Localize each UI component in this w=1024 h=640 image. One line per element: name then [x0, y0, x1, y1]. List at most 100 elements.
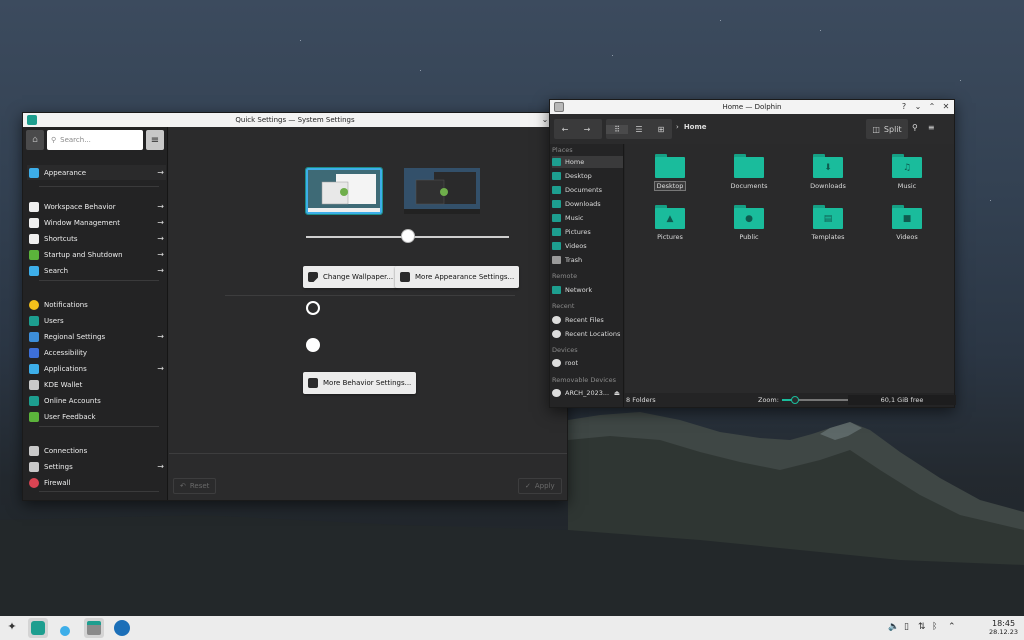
sidebar-item-notifications[interactable]: Notifications	[27, 297, 166, 312]
hamburger-menu-button[interactable]: ≡	[146, 130, 164, 150]
home-icon	[552, 158, 561, 166]
home-button[interactable]: ⌂	[26, 130, 44, 150]
place-item-desktop[interactable]: Desktop	[552, 170, 623, 182]
place-item-music[interactable]: Music	[552, 212, 623, 224]
place-item-network[interactable]: Network	[552, 284, 623, 296]
accessibility-icon	[29, 347, 39, 358]
place-item-pictures[interactable]: Pictures	[552, 226, 623, 238]
quick-settings-page: Change Wallpaper... More Appearance Sett…	[169, 127, 567, 500]
icon-view-icon[interactable]: ⠿	[606, 124, 628, 134]
place-item-root[interactable]: root	[552, 357, 623, 369]
sidebar-item-window-management[interactable]: Window Management →	[27, 215, 166, 230]
search-icon[interactable]: ⚲	[912, 123, 918, 132]
reset-button[interactable]: ↶ Reset	[173, 478, 217, 494]
sidebar-item-settings[interactable]: Settings →	[27, 459, 166, 474]
folder-public[interactable]: ● Public	[717, 205, 781, 241]
dolphin-titlebar[interactable]: Home — Dolphin ? ⌄ ⌃ ✕	[550, 100, 954, 114]
disk-space-bar[interactable]: 60,1 GiB free	[848, 395, 956, 405]
application-launcher-icon[interactable]: ✦	[4, 620, 20, 636]
place-item-trash[interactable]: Trash	[552, 254, 623, 266]
apply-button[interactable]: ✓ Apply	[518, 478, 562, 494]
navigation-group: ← →	[554, 119, 602, 139]
eject-icon[interactable]: ⏏	[614, 389, 620, 397]
downloads-icon	[552, 200, 561, 208]
breadcrumb[interactable]: Home	[684, 123, 707, 131]
place-item-downloads[interactable]: Downloads	[552, 198, 623, 210]
split-button[interactable]: ◫ Split	[866, 119, 908, 139]
wallpaper-icon	[308, 272, 318, 282]
sidebar-item-shortcuts[interactable]: Shortcuts →	[27, 231, 166, 246]
chevron-right-icon: →	[157, 250, 164, 259]
system-settings-titlebar[interactable]: Quick Settings — System Settings ⌄ ✕	[23, 113, 567, 127]
clipboard-icon[interactable]: ▯	[904, 622, 909, 632]
network-icon[interactable]: ⇅	[918, 622, 926, 632]
sidebar-item-regional-settings[interactable]: Regional Settings →	[27, 329, 166, 344]
folder-music[interactable]: ♫ Music	[875, 154, 939, 190]
discover-icon[interactable]	[60, 626, 70, 636]
browser-icon[interactable]	[114, 620, 130, 636]
sidebar-item-applications[interactable]: Applications →	[27, 361, 166, 376]
search-input[interactable]: ⚲ Search...	[47, 130, 143, 150]
more-behavior-label: More Behavior Settings...	[323, 379, 412, 387]
minimize-icon[interactable]: ⌄	[914, 101, 922, 113]
region-icon	[29, 331, 39, 342]
sidebar-item-search[interactable]: Search →	[27, 263, 166, 278]
place-item-home[interactable]: Home	[552, 156, 623, 168]
menu-icon[interactable]: ≡	[928, 123, 935, 132]
place-item-arch-2023-[interactable]: ARCH_2023... ⏏	[552, 387, 623, 399]
chevron-right-icon: →	[157, 462, 164, 471]
settings-sidebar: ⌂ ⚲ Search... ≡ Appearance → Workspace Beh…	[23, 127, 168, 500]
folder-videos[interactable]: ■ Videos	[875, 205, 939, 241]
change-wallpaper-button[interactable]: Change Wallpaper...	[303, 266, 399, 288]
theme-preview-light[interactable]	[305, 167, 383, 215]
bluetooth-icon[interactable]: ᛒ	[932, 622, 937, 632]
file-view[interactable]: Desktop Documents ⬇ Downloads ♫ Music ▲ Picture…	[625, 144, 954, 393]
place-label: Recent Locations	[565, 330, 621, 338]
more-behavior-settings-button[interactable]: More Behavior Settings...	[303, 372, 417, 394]
volume-icon[interactable]: 🔈	[888, 622, 899, 632]
sidebar-item-kde-wallet[interactable]: KDE Wallet	[27, 377, 166, 392]
zoom-slider[interactable]	[782, 396, 848, 404]
folder-desktop[interactable]: Desktop	[638, 154, 702, 191]
help-icon[interactable]: ?	[900, 101, 908, 113]
folder-templates[interactable]: ▤ Templates	[796, 205, 860, 241]
sidebar-item-online-accounts[interactable]: Online Accounts	[27, 393, 166, 408]
sidebar-item-appearance[interactable]: Appearance →	[27, 165, 166, 180]
taskbar-dolphin[interactable]	[84, 618, 104, 638]
folder-icon: ♫	[892, 154, 922, 178]
tree-view-icon[interactable]: ⊞	[650, 125, 672, 134]
radio-option-1[interactable]	[306, 301, 320, 315]
dolphin-window: Home — Dolphin ? ⌄ ⌃ ✕ ← → ⠿ ☰ ⊞ › Home …	[549, 99, 956, 408]
sidebar-item-users[interactable]: Users	[27, 313, 166, 328]
place-label: root	[565, 359, 579, 367]
maximize-icon[interactable]: ⌃	[928, 101, 936, 113]
folder-pictures[interactable]: ▲ Pictures	[638, 205, 702, 241]
minimize-icon[interactable]: ⌄	[541, 114, 549, 126]
close-icon[interactable]: ✕	[942, 101, 950, 113]
sidebar-item-firewall[interactable]: Firewall	[27, 475, 166, 490]
place-item-documents[interactable]: Documents	[552, 184, 623, 196]
theme-preview-dark[interactable]	[404, 168, 480, 214]
sidebar-item-workspace-behavior[interactable]: Workspace Behavior →	[27, 199, 166, 214]
folder-count: 8 Folders	[626, 396, 656, 404]
folder-documents[interactable]: Documents	[717, 154, 781, 190]
place-item-recent-files[interactable]: Recent Files	[552, 314, 623, 326]
sidebar-item-accessibility[interactable]: Accessibility	[27, 345, 166, 360]
clock[interactable]: 18:45 28.12.23	[989, 619, 1018, 637]
details-view-icon[interactable]: ☰	[628, 125, 650, 134]
sidebar-item-user-feedback[interactable]: User Feedback	[27, 409, 166, 424]
folder-downloads[interactable]: ⬇ Downloads	[796, 154, 860, 190]
tray-expand-icon[interactable]: ⌃	[948, 622, 956, 632]
taskbar-system-settings[interactable]	[28, 618, 48, 638]
place-item-recent-locations[interactable]: Recent Locations	[552, 328, 623, 340]
more-appearance-settings-button[interactable]: More Appearance Settings...	[395, 266, 520, 288]
radio-option-2[interactable]	[306, 338, 320, 352]
place-item-videos[interactable]: Videos	[552, 240, 623, 252]
sidebar-item-connections[interactable]: Connections	[27, 443, 166, 458]
recent-header: Recent	[552, 302, 575, 310]
animation-speed-slider-handle[interactable]	[400, 229, 415, 243]
sidebar-item-startup-and-shutdown[interactable]: Startup and Shutdown →	[27, 247, 166, 262]
zoom-slider-handle[interactable]	[791, 396, 800, 404]
forward-icon[interactable]: →	[576, 125, 598, 134]
back-icon[interactable]: ←	[554, 125, 576, 134]
